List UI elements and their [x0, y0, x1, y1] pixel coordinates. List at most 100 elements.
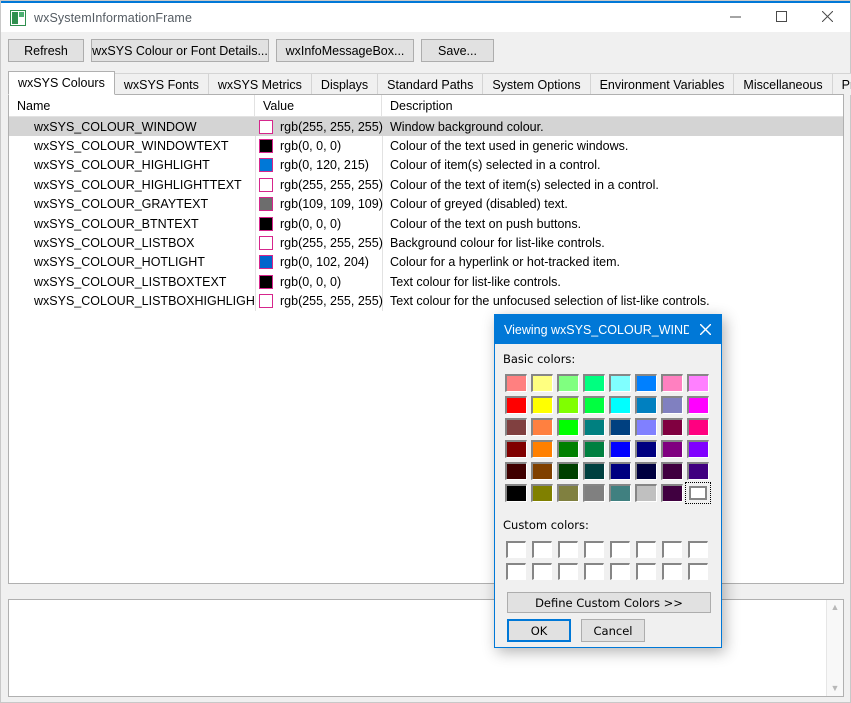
- tab-wxsys-metrics[interactable]: wxSYS Metrics: [207, 73, 312, 95]
- save-button[interactable]: Save...: [421, 39, 494, 62]
- info-message-box-button[interactable]: wxInfoMessageBox...: [276, 39, 414, 62]
- basic-colour-cell[interactable]: [503, 460, 529, 482]
- basic-colour-cell[interactable]: [685, 372, 711, 394]
- table-row[interactable]: wxSYS_COLOUR_GRAYTEXT rgb(109, 109, 109) C…: [9, 195, 843, 214]
- basic-colour-cell[interactable]: [685, 460, 711, 482]
- basic-colour-cell[interactable]: [503, 438, 529, 460]
- basic-colour-cell[interactable]: [607, 482, 633, 504]
- custom-colour-cell[interactable]: [607, 538, 633, 560]
- table-row[interactable]: wxSYS_COLOUR_WINDOW rgb(255, 255, 255) Win…: [9, 117, 843, 137]
- log-scrollbar[interactable]: ▲ ▼: [826, 600, 843, 696]
- tab-environment-variables[interactable]: Environment Variables: [589, 73, 735, 95]
- ok-button[interactable]: OK: [507, 619, 571, 642]
- basic-colour-cell[interactable]: [607, 416, 633, 438]
- custom-colour-cell[interactable]: [529, 560, 555, 582]
- basic-colour-cell[interactable]: [581, 372, 607, 394]
- basic-colour-cell[interactable]: [503, 416, 529, 438]
- custom-colour-cell[interactable]: [659, 560, 685, 582]
- basic-colour-cell[interactable]: [659, 460, 685, 482]
- basic-colour-cell[interactable]: [659, 482, 685, 504]
- basic-colour-cell[interactable]: [685, 416, 711, 438]
- maximize-icon[interactable]: [758, 2, 804, 31]
- custom-colour-cell[interactable]: [503, 538, 529, 560]
- table-row[interactable]: wxSYS_COLOUR_HIGHLIGHTTEXT rgb(255, 255, …: [9, 175, 843, 194]
- basic-colour-cell[interactable]: [607, 394, 633, 416]
- basic-colour-cell[interactable]: [529, 438, 555, 460]
- refresh-button[interactable]: Refresh: [8, 39, 84, 62]
- tab-displays[interactable]: Displays: [310, 73, 379, 95]
- column-header-description[interactable]: Description: [382, 95, 843, 117]
- custom-colour-cell[interactable]: [581, 560, 607, 582]
- basic-colour-cell[interactable]: [581, 416, 607, 438]
- basic-colour-cell[interactable]: [555, 460, 581, 482]
- basic-colour-cell[interactable]: [555, 394, 581, 416]
- basic-colour-cell[interactable]: [685, 438, 711, 460]
- basic-colour-cell[interactable]: [529, 460, 555, 482]
- close-icon[interactable]: [804, 2, 850, 31]
- scroll-up-icon[interactable]: ▲: [831, 603, 840, 612]
- basic-colour-cell[interactable]: [633, 460, 659, 482]
- custom-colour-cell[interactable]: [633, 560, 659, 582]
- basic-colour-cell[interactable]: [659, 416, 685, 438]
- table-row[interactable]: wxSYS_COLOUR_BTNTEXT rgb(0, 0, 0) Colour o…: [9, 214, 843, 233]
- tab-standard-paths[interactable]: Standard Paths: [377, 73, 484, 95]
- basic-colour-cell[interactable]: [503, 394, 529, 416]
- define-custom-colors-button[interactable]: Define Custom Colors >>: [507, 592, 711, 613]
- basic-colour-cell[interactable]: [529, 482, 555, 504]
- tab-wxsys-fonts[interactable]: wxSYS Fonts: [113, 73, 209, 95]
- tab-wxsys-colours[interactable]: wxSYS Colours: [8, 71, 115, 95]
- custom-colour-cell[interactable]: [685, 538, 711, 560]
- custom-colour-cell[interactable]: [607, 560, 633, 582]
- basic-colour-cell[interactable]: [555, 482, 581, 504]
- basic-colour-cell[interactable]: [607, 372, 633, 394]
- custom-colour-cell[interactable]: [555, 538, 581, 560]
- scroll-down-icon[interactable]: ▼: [831, 684, 840, 693]
- basic-colour-cell[interactable]: [581, 394, 607, 416]
- custom-colour-cell[interactable]: [659, 538, 685, 560]
- basic-colour-cell[interactable]: [633, 438, 659, 460]
- table-row[interactable]: wxSYS_COLOUR_LISTBOX rgb(255, 255, 255) Ba…: [9, 233, 843, 252]
- custom-colour-cell[interactable]: [685, 560, 711, 582]
- custom-colour-cell[interactable]: [581, 538, 607, 560]
- basic-colour-cell[interactable]: [555, 438, 581, 460]
- basic-colour-cell[interactable]: [633, 482, 659, 504]
- basic-colour-cell[interactable]: [685, 394, 711, 416]
- basic-colour-cell[interactable]: [529, 394, 555, 416]
- basic-colour-cell[interactable]: [633, 416, 659, 438]
- basic-colour-cell[interactable]: [659, 372, 685, 394]
- basic-colour-cell[interactable]: [503, 372, 529, 394]
- basic-colour-cell[interactable]: [529, 372, 555, 394]
- tab-system-options[interactable]: System Options: [482, 73, 591, 95]
- basic-colour-cell[interactable]: [633, 372, 659, 394]
- custom-colors-grid[interactable]: [503, 538, 713, 582]
- table-row[interactable]: wxSYS_COLOUR_WINDOWTEXT rgb(0, 0, 0) Colou…: [9, 136, 843, 155]
- custom-colour-cell[interactable]: [503, 560, 529, 582]
- basic-colour-cell[interactable]: [555, 372, 581, 394]
- custom-colour-cell[interactable]: [555, 560, 581, 582]
- dialog-close-icon[interactable]: [689, 315, 721, 344]
- basic-colour-cell[interactable]: [633, 394, 659, 416]
- basic-colour-cell[interactable]: [581, 438, 607, 460]
- basic-colour-cell[interactable]: [581, 460, 607, 482]
- custom-colour-cell[interactable]: [529, 538, 555, 560]
- column-header-value[interactable]: Value: [255, 95, 382, 117]
- basic-colour-cell[interactable]: [685, 482, 711, 504]
- basic-colour-cell[interactable]: [607, 460, 633, 482]
- table-row[interactable]: wxSYS_COLOUR_LISTBOXHIGHLIGHTTEXT rgb(255…: [9, 292, 843, 311]
- basic-colour-cell[interactable]: [659, 394, 685, 416]
- column-header-name[interactable]: Name: [9, 95, 255, 117]
- tab-miscellaneous[interactable]: Miscellaneous: [733, 73, 833, 95]
- basic-colour-cell[interactable]: [529, 416, 555, 438]
- table-row[interactable]: wxSYS_COLOUR_LISTBOXTEXT rgb(0, 0, 0) Text…: [9, 272, 843, 291]
- basic-colour-cell[interactable]: [659, 438, 685, 460]
- basic-colour-cell[interactable]: [503, 482, 529, 504]
- cancel-button[interactable]: Cancel: [581, 619, 645, 642]
- tab-preprocessor-defines[interactable]: Preprocessor Defines: [831, 73, 851, 95]
- minimize-icon[interactable]: [712, 2, 758, 31]
- basic-colour-cell[interactable]: [581, 482, 607, 504]
- basic-colors-grid[interactable]: [503, 372, 713, 504]
- basic-colour-cell[interactable]: [607, 438, 633, 460]
- table-row[interactable]: wxSYS_COLOUR_HIGHLIGHT rgb(0, 120, 215) Co…: [9, 156, 843, 175]
- table-row[interactable]: wxSYS_COLOUR_HOTLIGHT rgb(0, 102, 204) Col…: [9, 253, 843, 272]
- custom-colour-cell[interactable]: [633, 538, 659, 560]
